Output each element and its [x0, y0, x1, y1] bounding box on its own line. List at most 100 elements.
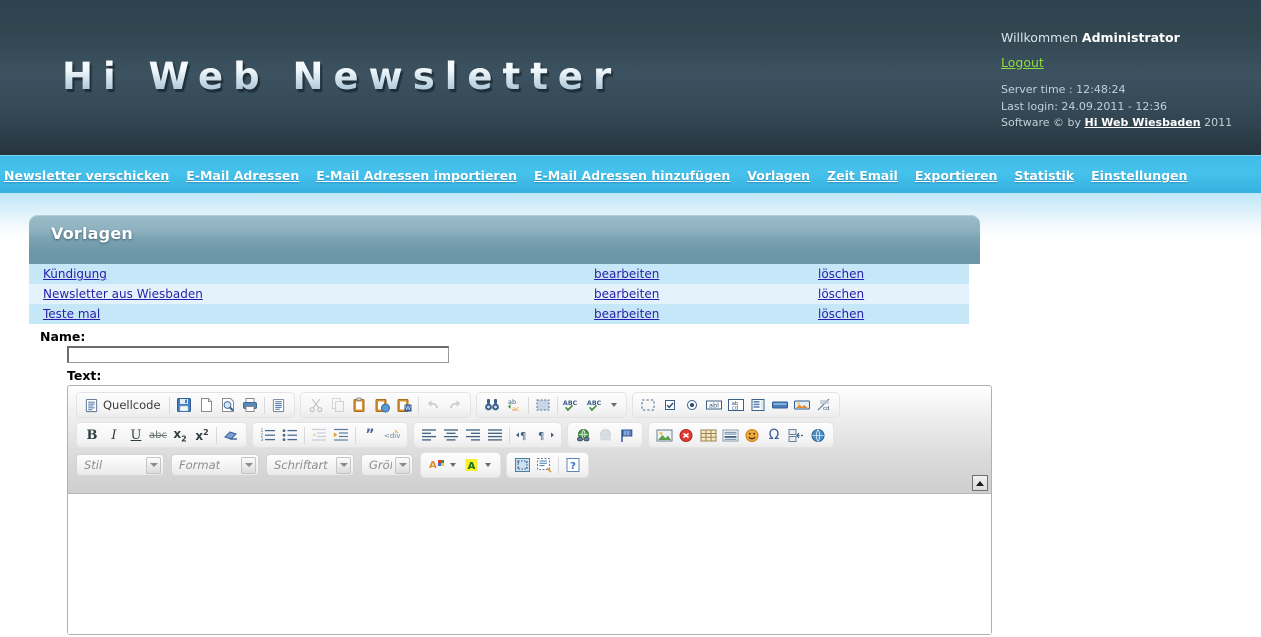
nav-exportieren[interactable]: Exportieren: [915, 168, 998, 183]
iframe-icon[interactable]: [807, 425, 829, 446]
anchor-icon[interactable]: [616, 425, 638, 446]
subscript-icon[interactable]: x2: [169, 425, 191, 446]
source-icon[interactable]: Quellcode: [81, 395, 166, 416]
template-name-cell: Teste mal: [29, 304, 580, 324]
remove-format-icon[interactable]: [220, 425, 242, 446]
nav-email-adressen-hinzufuegen[interactable]: E-Mail Adressen hinzufügen: [534, 168, 730, 183]
table-icon[interactable]: [697, 425, 719, 446]
template-name-link[interactable]: Newsletter aus Wiesbaden: [43, 287, 203, 301]
horizontal-rule-icon[interactable]: [719, 425, 741, 446]
blockquote-icon[interactable]: ”: [359, 425, 381, 446]
copy-icon[interactable]: [327, 395, 349, 416]
new-page-icon[interactable]: [195, 395, 217, 416]
text-color-button[interactable]: A: [425, 455, 461, 476]
nav-zeit-email[interactable]: Zeit Email: [827, 168, 898, 183]
maximize-icon[interactable]: [511, 455, 533, 476]
select-field-icon[interactable]: [747, 395, 769, 416]
toolbar-separator: [216, 426, 217, 444]
checkbox-icon[interactable]: [659, 395, 681, 416]
hidden-field-icon[interactable]: cd: [813, 395, 835, 416]
delete-link[interactable]: löschen: [818, 267, 864, 281]
svg-text:3: 3: [261, 437, 264, 442]
nav-einstellungen[interactable]: Einstellungen: [1091, 168, 1187, 183]
link-icon[interactable]: [572, 425, 594, 446]
delete-link[interactable]: löschen: [818, 307, 864, 321]
align-right-icon[interactable]: [462, 425, 484, 446]
image-icon[interactable]: [653, 425, 675, 446]
preview-icon[interactable]: [217, 395, 239, 416]
nav-newsletter-verschicken[interactable]: Newsletter verschicken: [4, 168, 169, 183]
create-div-icon[interactable]: <div>: [381, 425, 403, 446]
image-button-icon[interactable]: [791, 395, 813, 416]
paste-from-word-icon[interactable]: W: [393, 395, 415, 416]
logout-link[interactable]: Logout: [1001, 55, 1044, 71]
nav-email-adressen-importieren[interactable]: E-Mail Adressen importieren: [316, 168, 517, 183]
print-icon[interactable]: [239, 395, 261, 416]
text-direction-rtl-icon[interactable]: ¶: [535, 425, 557, 446]
chevron-down-icon: [146, 456, 161, 474]
panel-header: Vorlagen: [29, 215, 980, 264]
select-all-icon[interactable]: [532, 395, 554, 416]
numbered-list-icon[interactable]: 123: [257, 425, 279, 446]
background-color-button[interactable]: A: [461, 455, 496, 476]
textarea-icon[interactable]: ab cd: [725, 395, 747, 416]
underline-icon[interactable]: U: [125, 425, 147, 446]
toolbar-collapse-button[interactable]: [972, 475, 988, 491]
font-family-select[interactable]: Schriftart: [266, 454, 354, 476]
save-icon[interactable]: [173, 395, 195, 416]
template-name-link[interactable]: Teste mal: [43, 307, 100, 321]
template-name-link[interactable]: Kündigung: [43, 267, 107, 281]
increase-indent-icon[interactable]: [330, 425, 352, 446]
paragraph-format-select[interactable]: Format: [171, 454, 259, 476]
svg-text:abl: abl: [709, 402, 719, 410]
decrease-indent-icon[interactable]: [308, 425, 330, 446]
align-left-icon[interactable]: [418, 425, 440, 446]
site-header: Hi Web Newsletter Hi Web Newsletter Will…: [0, 0, 1261, 155]
style-select[interactable]: Stil: [76, 454, 164, 476]
show-blocks-icon[interactable]: [533, 455, 555, 476]
strikethrough-icon[interactable]: abc: [147, 425, 169, 446]
edit-link[interactable]: bearbeiten: [594, 287, 659, 301]
page-break-icon[interactable]: [785, 425, 807, 446]
name-input[interactable]: [67, 346, 449, 363]
bulleted-list-icon[interactable]: [279, 425, 301, 446]
nav-statistik[interactable]: Statistik: [1014, 168, 1074, 183]
bold-icon[interactable]: B: [81, 425, 103, 446]
button-icon[interactable]: [769, 395, 791, 416]
edit-link[interactable]: bearbeiten: [594, 307, 659, 321]
special-char-icon[interactable]: Ω: [763, 425, 785, 446]
text-direction-ltr-icon[interactable]: ¶: [513, 425, 535, 446]
about-help-icon[interactable]: ?: [562, 455, 584, 476]
italic-icon[interactable]: I: [103, 425, 125, 446]
flash-icon[interactable]: [675, 425, 697, 446]
radio-button-icon[interactable]: [681, 395, 703, 416]
justify-icon[interactable]: [484, 425, 506, 446]
undo-icon[interactable]: [422, 395, 444, 416]
text-field-label: Text:: [67, 368, 102, 383]
replace-icon[interactable]: ab ac: [503, 395, 525, 416]
find-icon[interactable]: [481, 395, 503, 416]
template-edit-cell: bearbeiten: [580, 284, 804, 304]
templates-icon[interactable]: [268, 395, 290, 416]
paste-icon[interactable]: [349, 395, 371, 416]
software-vendor-link[interactable]: Hi Web Wiesbaden: [1084, 116, 1200, 129]
edit-link[interactable]: bearbeiten: [594, 267, 659, 281]
font-size-select[interactable]: Größ: [361, 454, 413, 476]
form-icon[interactable]: [637, 395, 659, 416]
text-field-icon[interactable]: abl: [703, 395, 725, 416]
nav-vorlagen[interactable]: Vorlagen: [747, 168, 810, 183]
spellcheck-icon[interactable]: ABC: [561, 395, 583, 416]
nav-email-adressen[interactable]: E-Mail Adressen: [186, 168, 299, 183]
spellcheck-options-icon[interactable]: ABC: [583, 395, 622, 416]
smiley-icon[interactable]: [741, 425, 763, 446]
align-center-icon[interactable]: [440, 425, 462, 446]
unlink-icon[interactable]: [594, 425, 616, 446]
redo-icon[interactable]: [444, 395, 466, 416]
svg-text:W: W: [405, 405, 411, 412]
delete-link[interactable]: löschen: [818, 287, 864, 301]
editor-content-area[interactable]: [68, 494, 991, 634]
superscript-icon[interactable]: x2: [191, 425, 213, 446]
cut-icon[interactable]: [305, 395, 327, 416]
paste-text-icon[interactable]: [371, 395, 393, 416]
software-credit: Software © by Hi Web Wiesbaden 2011: [1001, 115, 1251, 132]
